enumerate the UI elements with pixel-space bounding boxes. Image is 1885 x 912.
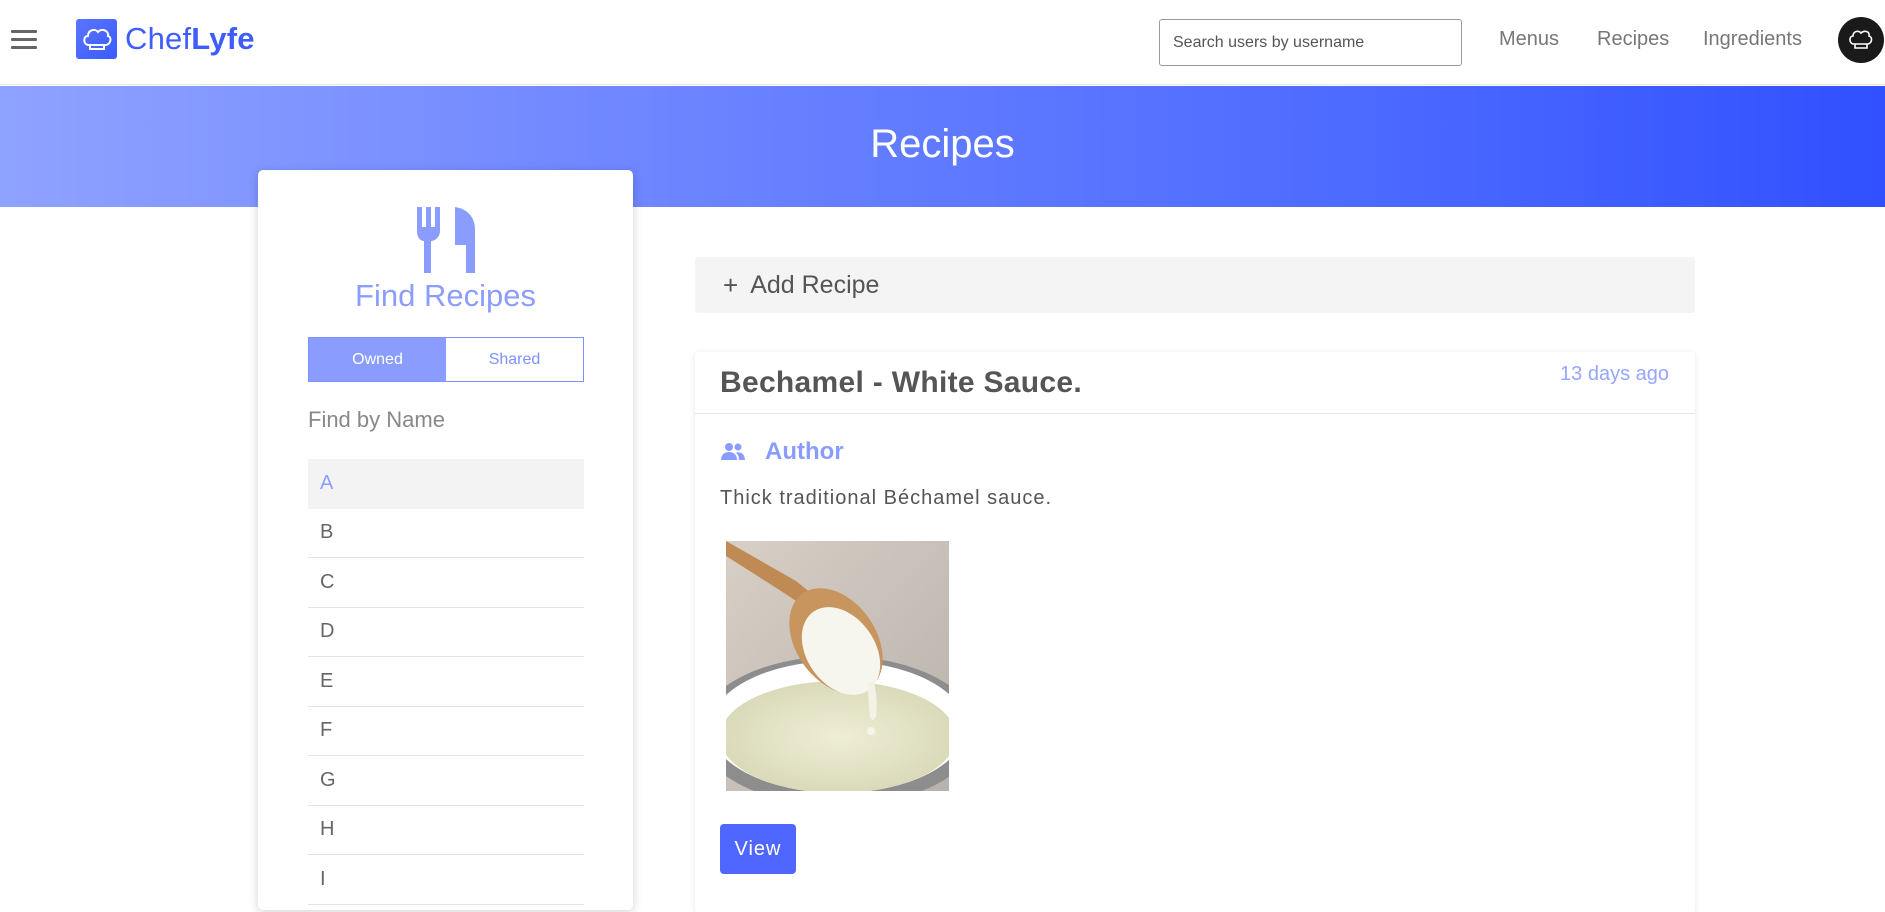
- letter-item-a[interactable]: A: [308, 459, 584, 509]
- logo-text: ChefLyfe: [125, 21, 255, 56]
- recipe-card-header: Bechamel - White Sauce. 13 days ago: [695, 352, 1695, 414]
- recipe-card: Bechamel - White Sauce. 13 days ago Auth…: [695, 352, 1695, 912]
- author-row: Author: [720, 438, 844, 466]
- recipe-date: 13 days ago: [1560, 363, 1669, 385]
- nav-link-ingredients[interactable]: Ingredients: [1703, 28, 1802, 51]
- fork-knife-icon: [417, 207, 475, 273]
- nav-link-recipes[interactable]: Recipes: [1597, 28, 1669, 51]
- letter-item-c[interactable]: C: [308, 558, 584, 608]
- letter-item-g[interactable]: G: [308, 756, 584, 806]
- letter-item-e[interactable]: E: [308, 657, 584, 707]
- find-recipes-title: Find Recipes: [355, 278, 536, 313]
- page-title: Recipes: [870, 122, 1015, 166]
- people-icon: [721, 443, 745, 460]
- toggle-owned[interactable]: Owned: [309, 338, 446, 381]
- chef-hat-icon: [1849, 30, 1873, 49]
- letter-item-f[interactable]: F: [308, 707, 584, 756]
- view-recipe-button[interactable]: View: [720, 824, 796, 874]
- hamburger-menu-icon[interactable]: [11, 30, 37, 50]
- nav-link-menus[interactable]: Menus: [1499, 28, 1559, 51]
- plus-icon: +: [723, 270, 739, 300]
- letter-item-b[interactable]: B: [308, 509, 584, 558]
- recipe-image: [726, 541, 949, 791]
- app-logo[interactable]: ChefLyfe: [76, 19, 255, 59]
- find-recipes-panel: Find Recipes Owned Shared Find by Name A…: [258, 170, 633, 910]
- letter-item-i[interactable]: I: [308, 855, 584, 905]
- add-recipe-label: Add Recipe: [750, 270, 880, 299]
- top-navbar: ChefLyfe Menus Recipes Ingredients: [0, 0, 1885, 85]
- add-recipe-button[interactable]: + Add Recipe: [695, 257, 1695, 313]
- chef-hat-icon: [76, 19, 117, 59]
- user-avatar[interactable]: [1838, 17, 1884, 63]
- recipe-description: Thick traditional Béchamel sauce.: [720, 487, 1053, 509]
- toggle-shared[interactable]: Shared: [446, 338, 583, 381]
- recipe-title: Bechamel - White Sauce.: [720, 366, 1083, 399]
- search-users-input[interactable]: [1159, 19, 1462, 66]
- letter-list: A B C D E F G H I: [308, 459, 584, 905]
- owned-shared-toggle: Owned Shared: [308, 337, 584, 382]
- find-by-name-label: Find by Name: [308, 407, 445, 432]
- letter-item-h[interactable]: H: [308, 806, 584, 855]
- author-label: Author: [765, 438, 844, 465]
- letter-item-d[interactable]: D: [308, 608, 584, 657]
